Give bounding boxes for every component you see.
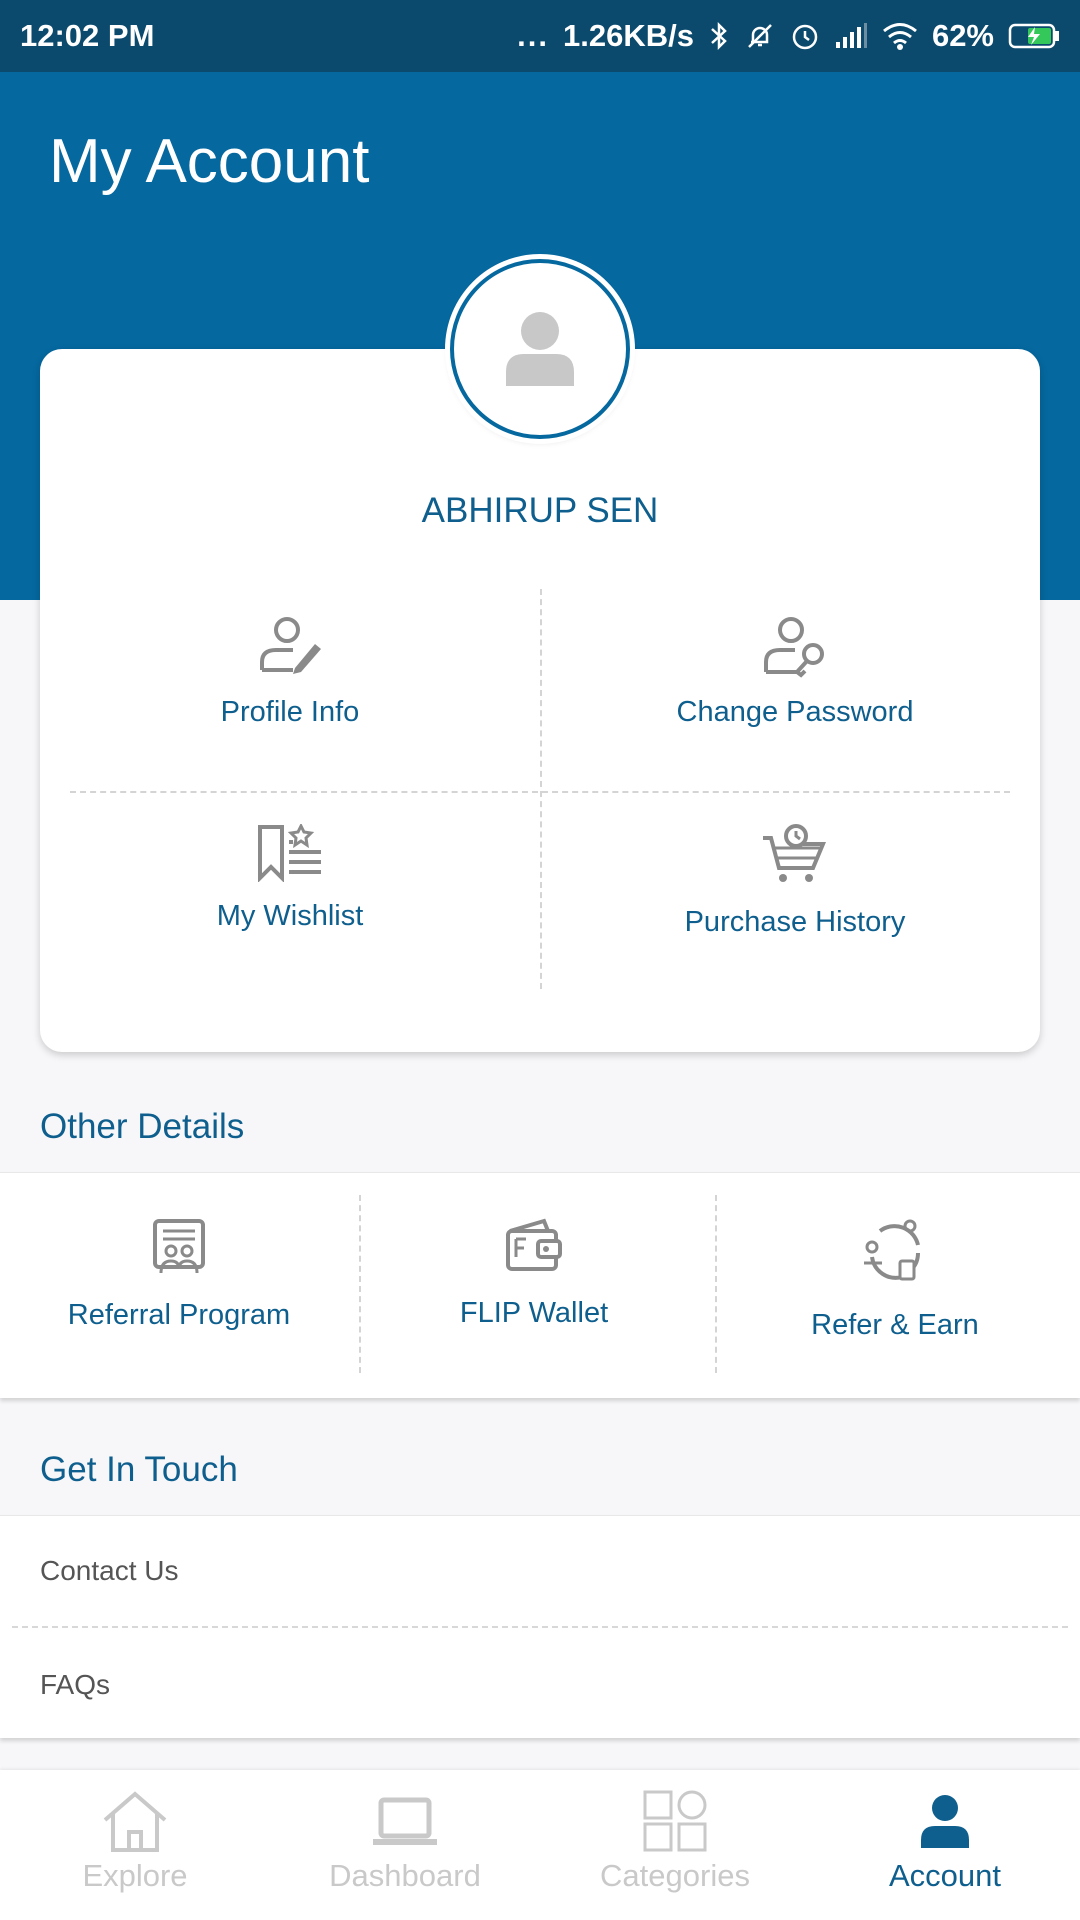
purchase-history-button[interactable]: Purchase History bbox=[545, 824, 1045, 939]
laptop-icon bbox=[373, 1797, 437, 1845]
other-details-panel: Referral Program FLIP Wallet Refer & Ear… bbox=[0, 1172, 1080, 1398]
wifi-icon bbox=[882, 21, 918, 51]
page-title: My Account bbox=[49, 127, 370, 196]
tab-account[interactable]: Account bbox=[810, 1770, 1080, 1920]
status-time: 12:02 PM bbox=[20, 18, 155, 53]
profile-info-button[interactable]: Profile Info bbox=[40, 614, 540, 729]
cart-history-icon bbox=[763, 824, 826, 882]
battery-icon bbox=[1008, 23, 1060, 49]
signal-icon bbox=[834, 22, 868, 50]
user-name: ABHIRUP SEN bbox=[421, 491, 659, 530]
profile-info-label: Profile Info bbox=[220, 696, 360, 728]
tab-dashboard[interactable]: Dashboard bbox=[270, 1770, 540, 1920]
wallet-icon bbox=[506, 1218, 562, 1271]
bottom-nav: Explore Dashboard Categories Account bbox=[0, 1770, 1080, 1920]
change-password-button[interactable]: Change Password bbox=[545, 614, 1045, 729]
status-bar: 12:02 PM ... 1.26KB/s 62% bbox=[0, 0, 1080, 72]
network-speed: 1.26KB/s bbox=[562, 18, 694, 53]
more-dots: ... bbox=[517, 18, 549, 53]
silent-bell-icon bbox=[744, 20, 776, 52]
card-divider-vertical bbox=[540, 589, 542, 989]
referral-icon bbox=[153, 1219, 205, 1274]
tab-categories-label: Categories bbox=[600, 1858, 750, 1893]
status-icons: ... 1.26KB/s 62% bbox=[517, 18, 1060, 54]
user-key-icon bbox=[764, 617, 824, 678]
alarm-icon bbox=[790, 20, 820, 52]
my-wishlist-button[interactable]: My Wishlist bbox=[40, 824, 540, 933]
faqs-link[interactable]: FAQs bbox=[40, 1669, 110, 1701]
change-password-label: Change Password bbox=[676, 696, 914, 728]
refer-earn-label: Refer & Earn bbox=[811, 1309, 979, 1341]
other-details-title: Other Details bbox=[40, 1107, 245, 1146]
referral-program-label: Referral Program bbox=[67, 1299, 291, 1331]
get-in-touch-panel: Contact Us FAQs bbox=[0, 1515, 1080, 1738]
touch-divider bbox=[12, 1626, 1068, 1628]
tab-account-label: Account bbox=[888, 1858, 1001, 1893]
purchase-history-label: Purchase History bbox=[684, 906, 906, 938]
contact-us-link[interactable]: Contact Us bbox=[40, 1555, 179, 1587]
card-divider-horizontal bbox=[70, 791, 1010, 793]
tab-dashboard-label: Dashboard bbox=[329, 1858, 481, 1893]
tab-explore[interactable]: Explore bbox=[0, 1770, 270, 1920]
my-wishlist-label: My Wishlist bbox=[216, 900, 364, 932]
avatar[interactable] bbox=[450, 259, 630, 439]
refer-earn-button[interactable]: Refer & Earn bbox=[716, 1173, 1074, 1399]
account-icon bbox=[921, 1795, 969, 1848]
refer-earn-icon bbox=[864, 1219, 921, 1281]
flip-wallet-button[interactable]: FLIP Wallet bbox=[355, 1173, 713, 1399]
wishlist-icon bbox=[258, 824, 321, 882]
avatar-placeholder-icon bbox=[506, 312, 574, 386]
home-icon bbox=[103, 1791, 167, 1852]
flip-wallet-label: FLIP Wallet bbox=[459, 1297, 609, 1329]
get-in-touch-title: Get In Touch bbox=[40, 1450, 238, 1489]
user-edit-icon bbox=[260, 617, 321, 674]
bluetooth-icon bbox=[708, 20, 730, 52]
tab-categories[interactable]: Categories bbox=[540, 1770, 810, 1920]
grid-icon bbox=[643, 1790, 707, 1852]
tab-explore-label: Explore bbox=[82, 1858, 188, 1893]
profile-card: ABHIRUP SEN Profile Info Change Password… bbox=[40, 349, 1040, 1052]
battery-percent: 62% bbox=[931, 18, 994, 53]
referral-program-button[interactable]: Referral Program bbox=[0, 1173, 358, 1399]
